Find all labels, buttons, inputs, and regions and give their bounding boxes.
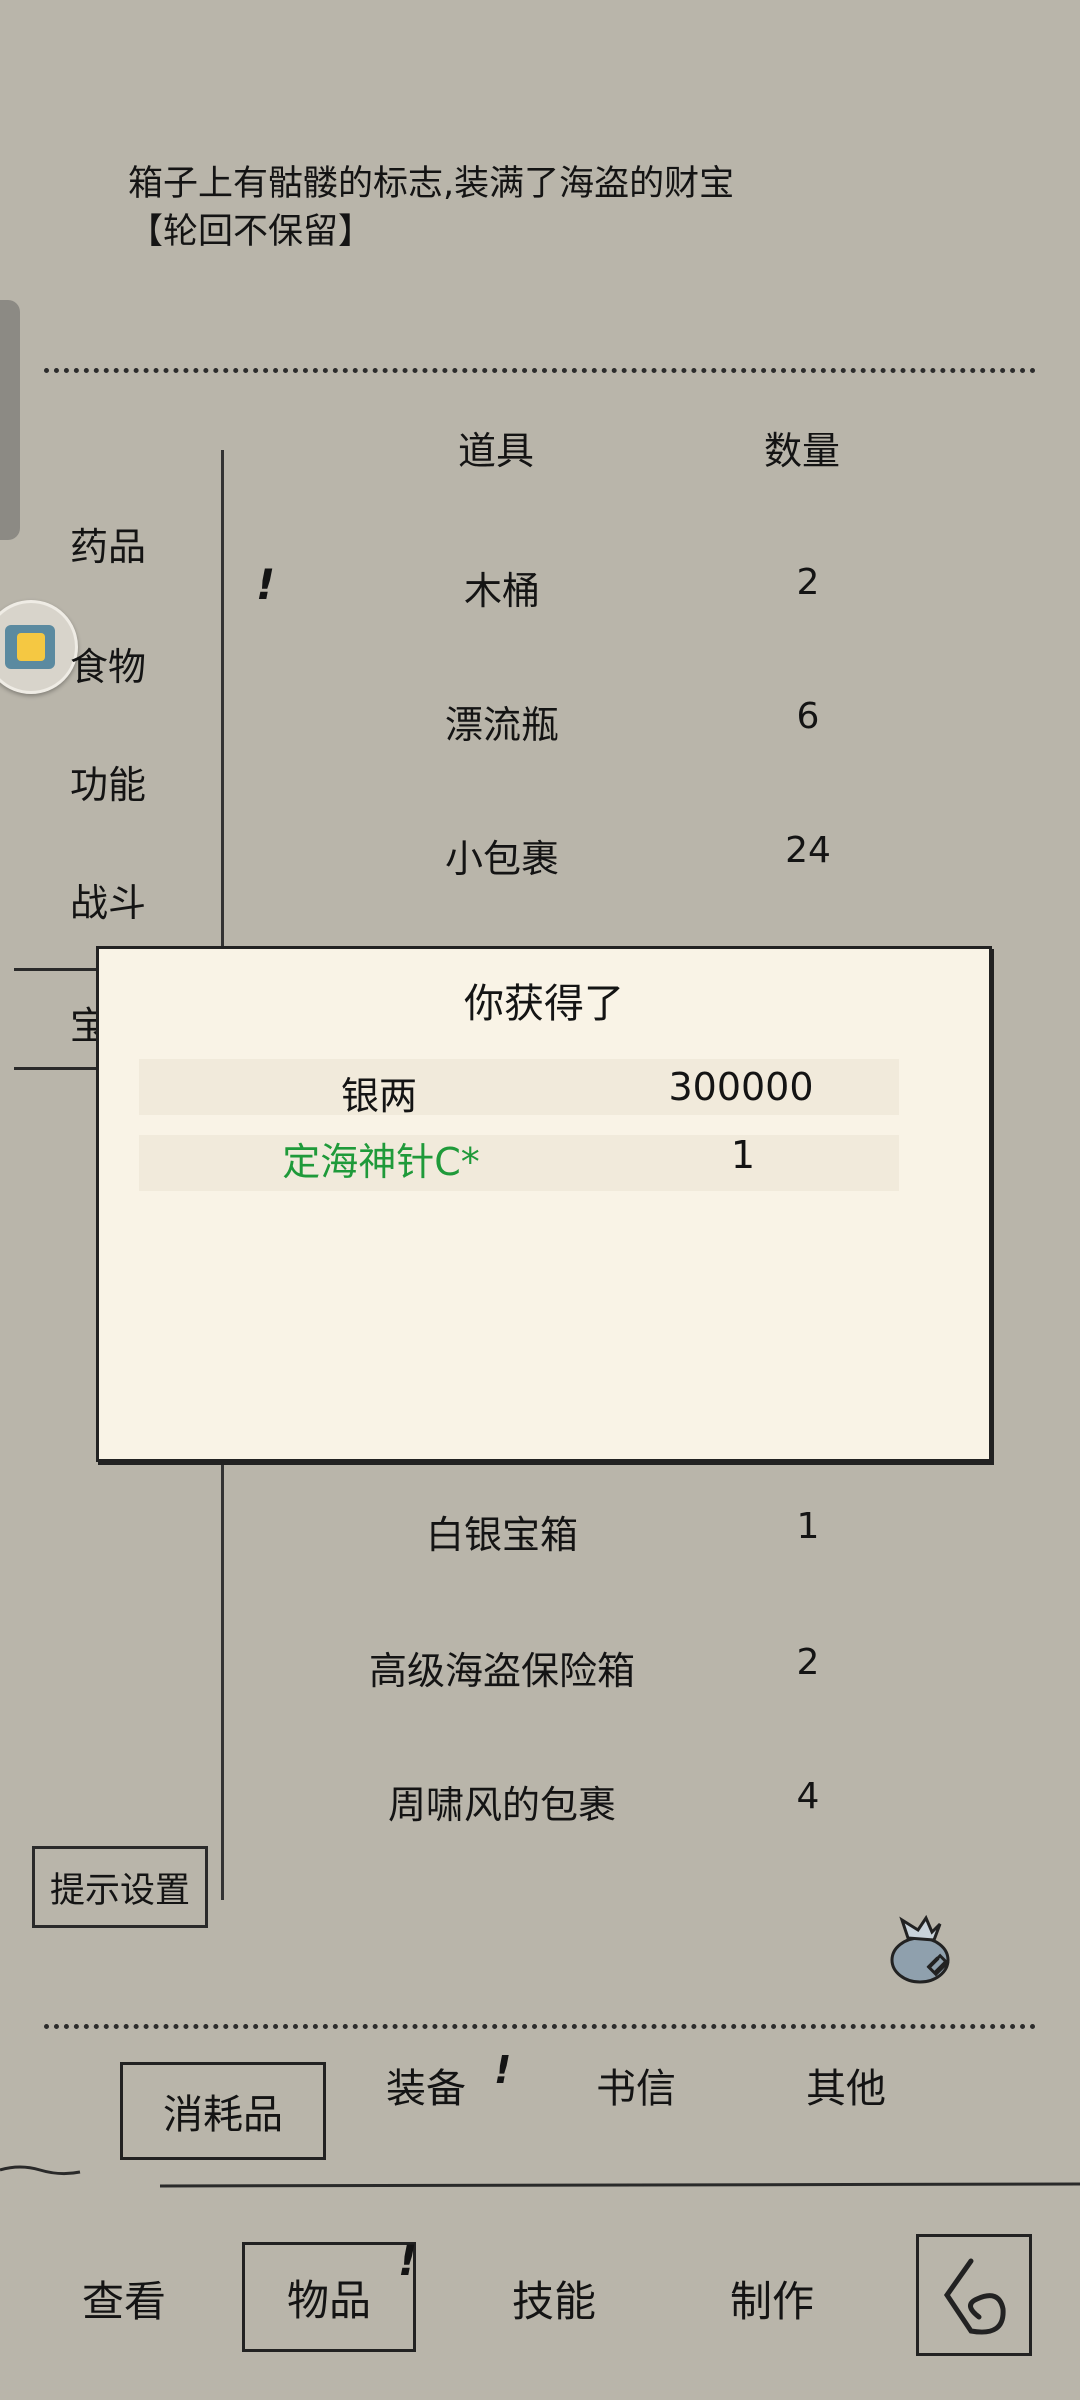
category-food[interactable]: 食物 bbox=[70, 636, 146, 691]
tab-letters[interactable]: 书信 bbox=[596, 2056, 676, 2114]
wave-divider bbox=[0, 2165, 1080, 2188]
item-name[interactable]: 木桶 bbox=[464, 560, 540, 615]
reward-name: 定海神针C* bbox=[282, 1140, 480, 1184]
reward-name: 银两 bbox=[340, 1074, 418, 1118]
edge-handle[interactable] bbox=[0, 300, 20, 540]
header-item: 道具 bbox=[458, 429, 535, 473]
money-bag-icon[interactable] bbox=[888, 1914, 956, 1984]
reward-row bbox=[139, 1135, 899, 1191]
item-qty: 2 bbox=[796, 1642, 820, 1683]
item-name[interactable]: 白银宝箱 bbox=[426, 1504, 578, 1559]
nav-view[interactable]: 查看 bbox=[82, 2268, 166, 2329]
back-button[interactable] bbox=[916, 2234, 1032, 2356]
item-qty: 2 bbox=[796, 562, 820, 603]
tab-equipment[interactable]: 装备 bbox=[386, 2056, 466, 2114]
items-alert-icon: ! bbox=[398, 2236, 418, 2285]
equipment-alert-icon: ! bbox=[494, 2048, 512, 2092]
divider-bottom bbox=[44, 2024, 1036, 2029]
category-medicine[interactable]: 药品 bbox=[70, 516, 146, 571]
reward-qty: 300000 bbox=[668, 1065, 814, 1109]
reward-dialog[interactable]: 你获得了 银两 300000 定海神针C* 1 bbox=[96, 946, 992, 1462]
tab-other[interactable]: 其他 bbox=[806, 2056, 886, 2114]
category-combat[interactable]: 战斗 bbox=[70, 872, 146, 927]
item-qty: 1 bbox=[796, 1506, 820, 1547]
category-function[interactable]: 功能 bbox=[70, 754, 146, 809]
item-name[interactable]: 高级海盗保险箱 bbox=[369, 1640, 635, 1695]
item-qty: 6 bbox=[796, 696, 820, 737]
alert-icon: ! bbox=[256, 560, 276, 609]
category-treasure[interactable]: 宝 bbox=[14, 968, 108, 1070]
item-qty: 4 bbox=[796, 1776, 820, 1817]
item-description: 箱子上有骷髅的标志,装满了海盗的财宝 【轮回不保留】 bbox=[128, 160, 734, 256]
tab-consumables[interactable]: 消耗品 bbox=[120, 2062, 326, 2160]
floating-app-icon[interactable] bbox=[0, 600, 78, 694]
tip-settings-button[interactable]: 提示设置 bbox=[32, 1846, 208, 1928]
nav-skills[interactable]: 技能 bbox=[512, 2268, 596, 2329]
description-line-2: 【轮回不保留】 bbox=[128, 212, 374, 252]
divider-top bbox=[44, 368, 1036, 373]
nav-craft[interactable]: 制作 bbox=[730, 2268, 814, 2329]
item-name[interactable]: 小包裹 bbox=[445, 828, 559, 883]
reward-title: 你获得了 bbox=[464, 981, 624, 1027]
item-qty: 24 bbox=[785, 830, 831, 871]
reward-qty: 1 bbox=[730, 1133, 756, 1177]
item-name[interactable]: 周啸风的包裹 bbox=[388, 1774, 616, 1829]
header-qty: 数量 bbox=[764, 429, 841, 473]
nav-items[interactable]: 物品 bbox=[242, 2242, 416, 2352]
description-line-1: 箱子上有骷髅的标志,装满了海盗的财宝 bbox=[128, 164, 735, 204]
item-name[interactable]: 漂流瓶 bbox=[445, 694, 559, 749]
back-arrow-icon bbox=[943, 2258, 1006, 2335]
